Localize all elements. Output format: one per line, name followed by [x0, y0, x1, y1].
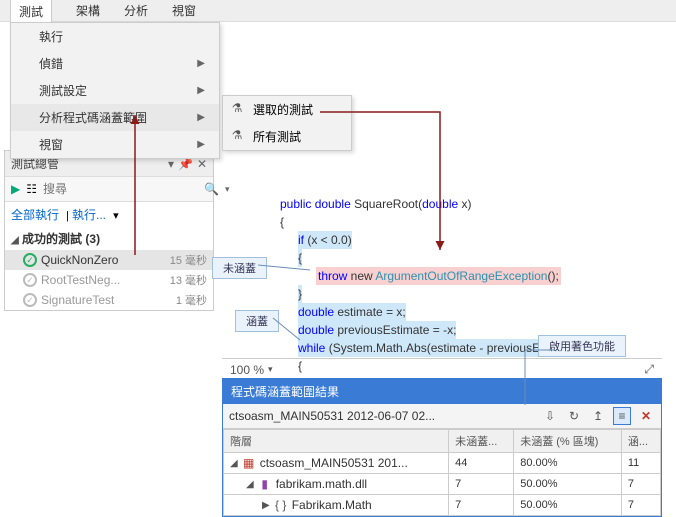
menu-item-debug[interactable]: 偵錯▶	[11, 50, 219, 77]
table-row[interactable]: ▶{ }Fabrikam.Math 750.00%7	[224, 495, 661, 516]
submenu-selected-tests[interactable]: ⚗ 選取的測試	[223, 96, 351, 123]
run-icon[interactable]: ▶	[11, 180, 20, 198]
menu-item-run[interactable]: 執行	[11, 23, 219, 50]
results-title: 程式碼涵蓋範圍結果	[223, 379, 661, 404]
import-icon[interactable]: ⇩	[541, 407, 559, 425]
code-coverage-results-panel: 程式碼涵蓋範圍結果 ctsoasm_MAIN50531 2012-06-07 0…	[222, 378, 662, 517]
run-link[interactable]: 執行...	[72, 208, 106, 222]
expand-icon[interactable]: ⤢	[644, 362, 654, 377]
chevron-right-icon: ▶	[197, 58, 205, 69]
group-icon[interactable]: ☷	[26, 180, 37, 198]
menu-item-code-coverage[interactable]: 分析程式碼涵蓋範圍▶	[11, 104, 219, 131]
panel-toolbar: ▶ ☷ 🔍 ▾	[5, 176, 213, 202]
search-input[interactable]	[43, 182, 198, 196]
test-row[interactable]: ✓ RootTestNeg... 13 毫秒	[5, 270, 213, 290]
table-row[interactable]: ◢▮fabrikam.math.dll 750.00%7	[224, 474, 661, 495]
delete-icon[interactable]: ✕	[637, 407, 655, 425]
assembly-icon: ▦	[242, 456, 256, 470]
code-coverage-submenu: ⚗ 選取的測試 ⚗ 所有測試	[222, 95, 352, 151]
menu-window[interactable]: 視窗	[172, 2, 196, 19]
menu-bar: 測試 架構 分析 視窗	[0, 0, 676, 22]
col-not-covered[interactable]: 未涵蓋...	[449, 430, 514, 453]
col-covered[interactable]: 涵...	[621, 430, 660, 453]
flask-icon: ⚗	[229, 127, 245, 143]
menu-analyze[interactable]: 分析	[124, 2, 148, 19]
zoom-value: 100 %	[230, 363, 264, 377]
results-toolbar: ctsoasm_MAIN50531 2012-06-07 02... ⇩ ↻ ↥…	[223, 404, 661, 429]
menu-item-test-settings[interactable]: 測試設定▶	[11, 77, 219, 104]
flask-check-icon: ⚗	[229, 100, 245, 116]
run-all-link[interactable]: 全部執行	[11, 208, 59, 222]
annotation-not-covered: 未涵蓋	[212, 257, 267, 279]
namespace-icon: { }	[274, 498, 288, 512]
chevron-right-icon: ▶	[197, 139, 205, 150]
col-not-covered-pct[interactable]: 未涵蓋 (% 區塊)	[514, 430, 622, 453]
expander-icon: ◢	[11, 235, 19, 246]
export-icon[interactable]: ↥	[589, 407, 607, 425]
test-group-passed[interactable]: ◢ 成功的測試 (3)	[5, 227, 213, 250]
annotation-covered: 涵蓋	[235, 310, 279, 332]
menu-test[interactable]: 測試	[10, 0, 52, 23]
coloring-toggle-button[interactable]: ≡	[613, 407, 631, 425]
test-explorer-panel: 測試總管 ▾ 📌 ✕ ▶ ☷ 🔍 ▾ 全部執行 | 執行... ▾ ◢ 成功的測…	[4, 150, 214, 311]
results-table: 階層 未涵蓋... 未涵蓋 (% 區塊) 涵... ◢▦ctsoasm_MAIN…	[223, 429, 661, 516]
test-menu-dropdown: 執行 偵錯▶ 測試設定▶ 分析程式碼涵蓋範圍▶ 視窗▶	[10, 22, 220, 159]
pass-icon: ✓	[23, 253, 37, 267]
zoom-caret-icon[interactable]: ▾	[268, 364, 273, 375]
expander-icon[interactable]: ◢	[230, 458, 238, 469]
chevron-right-icon: ▶	[197, 85, 205, 96]
pass-icon: ✓	[23, 273, 37, 287]
dll-icon: ▮	[258, 477, 272, 491]
menu-item-windows[interactable]: 視窗▶	[11, 131, 219, 158]
search-icon[interactable]: 🔍	[204, 180, 219, 198]
results-combo[interactable]: ctsoasm_MAIN50531 2012-06-07 02...	[229, 409, 535, 423]
pass-icon: ✓	[23, 293, 37, 307]
zoom-bar: 100 % ▾ ⤢	[222, 358, 662, 380]
test-row[interactable]: ✓ QuickNonZero 15 毫秒	[5, 250, 213, 270]
not-covered-line: throw new ArgumentOutOfRangeException();	[316, 267, 561, 285]
table-row[interactable]: ◢▦ctsoasm_MAIN50531 201... 4480.00%11	[224, 453, 661, 474]
expander-icon[interactable]: ◢	[246, 479, 254, 490]
submenu-all-tests[interactable]: ⚗ 所有測試	[223, 123, 351, 150]
menu-architecture[interactable]: 架構	[76, 2, 100, 19]
col-hierarchy[interactable]: 階層	[224, 430, 449, 453]
chevron-right-icon: ▶	[197, 112, 205, 123]
dropdown-caret-icon[interactable]: ▾	[225, 184, 230, 195]
test-row[interactable]: ✓ SignatureTest 1 毫秒	[5, 290, 213, 310]
annotation-coloring: 啟用著色功能	[538, 335, 626, 357]
expander-icon[interactable]: ▶	[262, 500, 270, 511]
panel-links: 全部執行 | 執行... ▾	[5, 202, 213, 227]
refresh-icon[interactable]: ↻	[565, 407, 583, 425]
